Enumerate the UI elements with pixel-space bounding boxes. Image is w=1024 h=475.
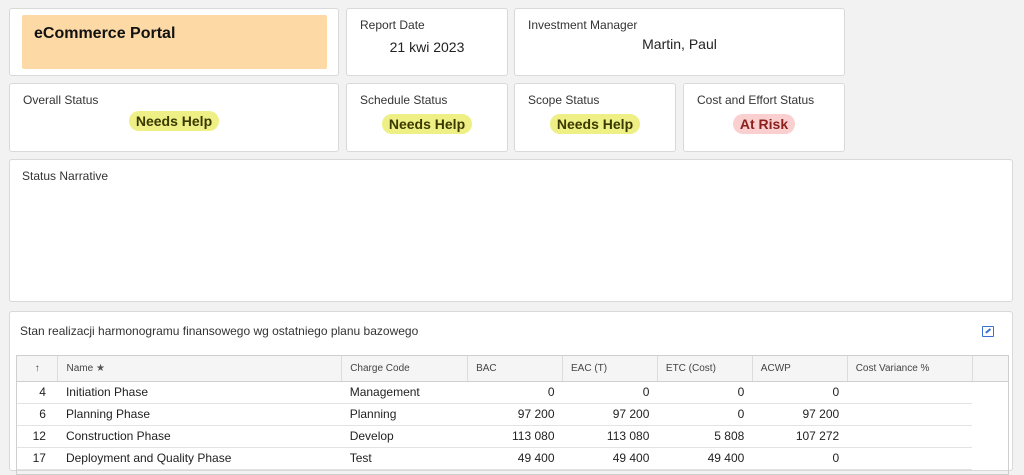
row-bac: 0 xyxy=(467,381,563,404)
row-cost-variance xyxy=(847,425,972,448)
charge-code-column-header[interactable]: Charge Code xyxy=(341,356,469,382)
row-eac: 97 200 xyxy=(562,403,658,426)
table-row[interactable]: 6 Planning Phase Planning 97 200 97 200 … xyxy=(17,403,1008,426)
financial-schedule-grid: ↑ Name ★ Charge Code BAC EAC (T) ETC (Co… xyxy=(16,355,1009,475)
schedule-status-card: Schedule Status Needs Help xyxy=(346,83,508,152)
investment-manager-label: Investment Manager xyxy=(528,18,638,32)
row-cost-variance xyxy=(847,403,972,426)
sort-column-header[interactable]: ↑ xyxy=(17,356,59,382)
row-acwp: 107 272 xyxy=(752,425,848,448)
bac-column-header[interactable]: BAC xyxy=(467,356,563,382)
row-acwp: 97 200 xyxy=(752,403,848,426)
scope-status-label: Scope Status xyxy=(528,93,600,107)
edit-icon[interactable] xyxy=(982,326,994,337)
scope-status-card: Scope Status Needs Help xyxy=(514,83,676,152)
row-charge-code: Planning xyxy=(341,403,468,426)
project-title: eCommerce Portal xyxy=(34,25,176,42)
row-charge-code: Test xyxy=(341,447,468,470)
row-id: 4 xyxy=(17,381,58,404)
financial-schedule-table: ↑ Name ★ Charge Code BAC EAC (T) ETC (Co… xyxy=(17,356,1008,470)
row-etc: 0 xyxy=(657,381,753,404)
row-name[interactable]: Construction Phase xyxy=(57,425,342,448)
etc-column-header[interactable]: ETC (Cost) xyxy=(657,356,753,382)
name-column-header[interactable]: Name ★ xyxy=(57,356,343,382)
row-cost-variance xyxy=(847,381,972,404)
eac-column-header[interactable]: EAC (T) xyxy=(562,356,658,382)
row-charge-code: Develop xyxy=(341,425,468,448)
row-eac: 113 080 xyxy=(562,425,658,448)
report-date-value: 21 kwi 2023 xyxy=(389,39,465,55)
schedule-status-badge: Needs Help xyxy=(381,114,473,134)
table-header-row: ↑ Name ★ Charge Code BAC EAC (T) ETC (Co… xyxy=(17,356,1008,382)
name-column-label: Name xyxy=(66,362,94,374)
investment-manager-value: Martin, Paul xyxy=(642,36,717,52)
financial-schedule-title: Stan realizacji harmonogramu finansowego… xyxy=(20,324,419,338)
table-row[interactable]: 17 Deployment and Quality Phase Test 49 … xyxy=(17,447,1008,470)
row-etc: 5 808 xyxy=(657,425,753,448)
row-name[interactable]: Planning Phase xyxy=(57,403,342,426)
scope-status-badge: Needs Help xyxy=(549,114,641,134)
row-bac: 49 400 xyxy=(467,447,563,470)
overall-status-badge: Needs Help xyxy=(128,111,220,131)
row-bac: 97 200 xyxy=(467,403,563,426)
status-narrative-card: Status Narrative xyxy=(9,159,1013,302)
row-name[interactable]: Initiation Phase xyxy=(57,381,342,404)
cost-status-label: Cost and Effort Status xyxy=(697,93,815,107)
cost-status-badge: At Risk xyxy=(732,114,796,134)
star-icon: ★ xyxy=(95,362,105,374)
report-date-label: Report Date xyxy=(360,18,425,32)
filler-column-header xyxy=(972,356,1008,382)
row-eac: 49 400 xyxy=(562,447,658,470)
overall-status-label: Overall Status xyxy=(23,93,99,107)
row-id: 17 xyxy=(17,447,58,470)
row-eac: 0 xyxy=(562,381,658,404)
row-etc: 0 xyxy=(657,403,753,426)
row-name[interactable]: Deployment and Quality Phase xyxy=(57,447,342,470)
schedule-status-label: Schedule Status xyxy=(360,93,448,107)
overall-status-card: Overall Status Needs Help xyxy=(9,83,339,152)
row-bac: 113 080 xyxy=(467,425,563,448)
row-charge-code: Management xyxy=(341,381,468,404)
cost-variance-column-header[interactable]: Cost Variance % xyxy=(847,356,973,382)
row-etc: 49 400 xyxy=(657,447,753,470)
table-row[interactable]: 12 Construction Phase Develop 113 080 11… xyxy=(17,425,1008,448)
row-id: 6 xyxy=(17,403,58,426)
cost-status-card: Cost and Effort Status At Risk xyxy=(683,83,845,152)
acwp-column-header[interactable]: ACWP xyxy=(752,356,848,382)
row-cost-variance xyxy=(847,447,972,470)
row-acwp: 0 xyxy=(752,381,848,404)
project-title-card: eCommerce Portal xyxy=(9,8,339,76)
report-date-card: Report Date 21 kwi 2023 xyxy=(346,8,508,76)
financial-schedule-card: Stan realizacji harmonogramu finansowego… xyxy=(9,311,1013,475)
row-acwp: 0 xyxy=(752,447,848,470)
status-narrative-label: Status Narrative xyxy=(22,169,109,183)
row-id: 12 xyxy=(17,425,58,448)
table-row[interactable]: 4 Initiation Phase Management 0 0 0 0 xyxy=(17,381,1008,404)
investment-manager-card: Investment Manager Martin, Paul xyxy=(514,8,845,76)
